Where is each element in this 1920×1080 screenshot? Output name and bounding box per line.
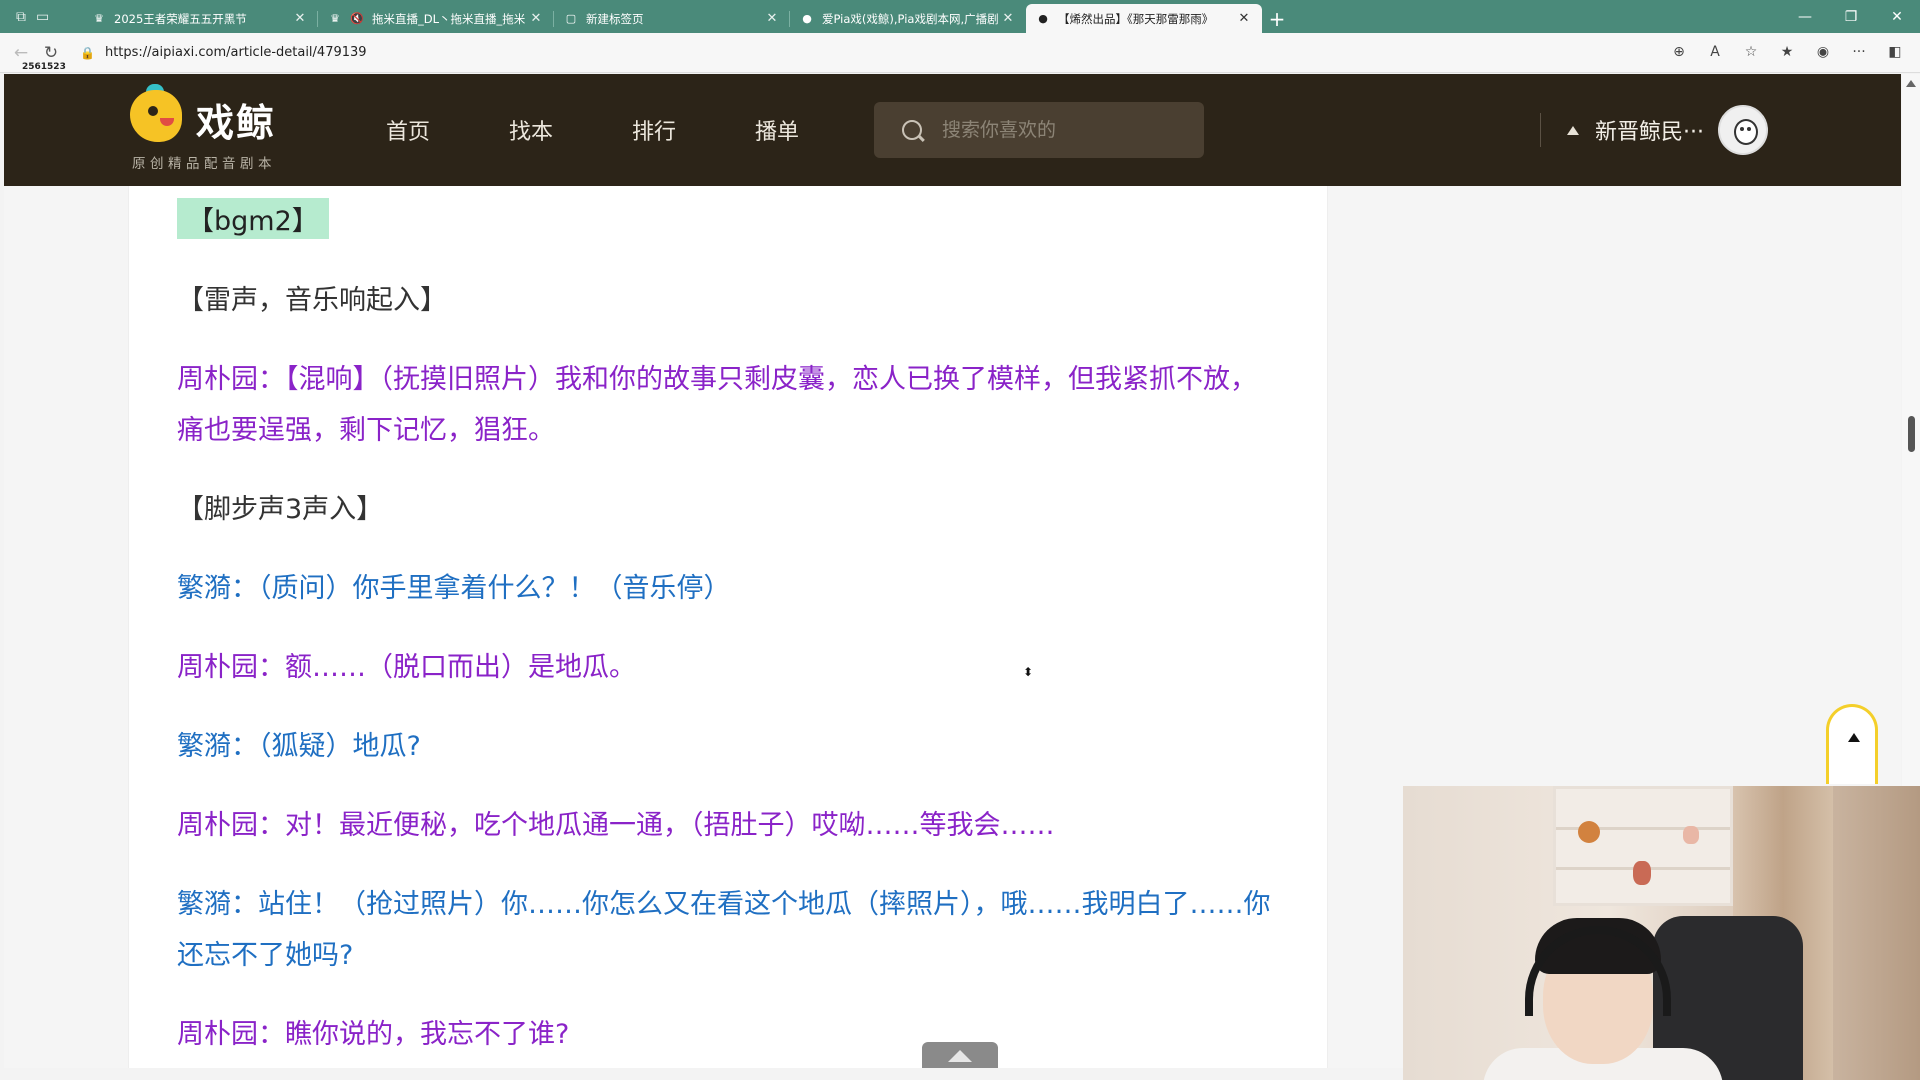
- avatar[interactable]: [1717, 105, 1768, 155]
- browser-tab-2[interactable]: ♛ 🔇 拖米直播_DL丶拖米直播_拖米 ✕: [318, 4, 554, 33]
- logo-name: 戏鲸: [196, 101, 277, 145]
- lock-icon[interactable]: 🔒: [80, 46, 95, 60]
- back-to-top-button[interactable]: [1826, 704, 1878, 784]
- xijing-favicon-icon: ●: [1038, 12, 1048, 25]
- url-text: https://aipiaxi.com/article-detail/47913…: [104, 45, 367, 60]
- script-line-zhou: 周朴园：额……（脱口而出）是地瓜。: [177, 652, 636, 683]
- script-line-fan: 繁漪：（狐疑）地瓜?: [177, 731, 421, 762]
- script-line-fan: 繁漪：（质问）你手里拿着什么？！（音乐停）: [177, 573, 731, 604]
- nav-ranking[interactable]: 排行: [628, 74, 751, 186]
- site-logo[interactable]: 戏鲸 原创精品配音剧本: [126, 84, 296, 176]
- script-body: 【bgm2】 【雷声，音乐响起入】 周朴园：【混响】（抚摸旧照片）我和你的故事只…: [129, 186, 1327, 1060]
- webcam-overlay: [1403, 786, 1920, 1080]
- site-header: 戏鲸 原创精品配音剧本 首页 找本 排行 播单 新晋鲸民···: [4, 74, 1901, 186]
- tab-title: 【烯然出品】《那天那雷那雨》: [1058, 11, 1214, 26]
- browser-tab-strip: ⧉ ▭ ♛ 2025王者荣耀五五开黑节 ✕ ♛ 🔇 拖米直播_DL丶拖米直播_拖…: [0, 0, 1920, 33]
- sidebar-toggle-icon[interactable]: ◧: [1880, 37, 1910, 67]
- zoom-icon[interactable]: ⊕: [1664, 37, 1694, 67]
- favorites-list-icon[interactable]: ★: [1772, 37, 1802, 67]
- browser-tab-5-active[interactable]: ● 【烯然出品】《那天那雷那雨》 ✕: [1026, 4, 1262, 33]
- minimize-icon[interactable]: —: [1782, 0, 1828, 33]
- more-menu-icon[interactable]: ···: [1844, 37, 1874, 67]
- favorite-star-icon[interactable]: ☆: [1736, 37, 1766, 67]
- new-tab-page-icon: ▢: [565, 12, 577, 25]
- tab-close-icon[interactable]: ✕: [528, 11, 544, 26]
- script-line-zhou: 周朴园：瞧你说的，我忘不了谁?: [177, 1019, 570, 1050]
- tab-title: 爱Pia戏(戏鲸),Pia戏剧本网,广播剧: [822, 11, 999, 26]
- bgm-tag: 【bgm2】: [177, 198, 329, 239]
- search-input[interactable]: [942, 119, 1182, 141]
- browser-tab-4[interactable]: ● 爱Pia戏(戏鲸),Pia戏剧本网,广播剧 ✕: [790, 4, 1026, 33]
- new-tab-button[interactable]: +: [1262, 4, 1292, 33]
- tab-close-icon[interactable]: ✕: [292, 11, 308, 26]
- nav-playlist[interactable]: 播单: [751, 74, 874, 186]
- user-area: 新晋鲸民···: [1540, 74, 1768, 186]
- tab-favicon-icon: ♛: [330, 12, 340, 25]
- mouse-cursor-icon: ⬍: [1023, 665, 1034, 679]
- browser-address-bar: ← ↻ 🔒 https://aipiaxi.com/article-detail…: [0, 33, 1920, 73]
- username[interactable]: 新晋鲸民···: [1595, 114, 1704, 146]
- tab-actions-icon[interactable]: ▭: [36, 9, 49, 25]
- tab-close-icon[interactable]: ✕: [764, 11, 780, 26]
- script-line-sfx: 【雷声，音乐响起入】: [177, 285, 447, 316]
- search-box[interactable]: [874, 102, 1204, 158]
- tab-close-icon[interactable]: ✕: [1236, 11, 1252, 26]
- browser-system-icons: ⧉ ▭: [0, 0, 82, 33]
- webcam-toy: [1578, 821, 1600, 843]
- expand-panel-button[interactable]: [922, 1042, 998, 1068]
- url-field[interactable]: 🔒 https://aipiaxi.com/article-detail/479…: [80, 38, 1640, 68]
- tab-close-icon[interactable]: ✕: [1000, 11, 1016, 26]
- nav-find-script[interactable]: 找本: [505, 74, 628, 186]
- tab-title: 2025王者荣耀五五开黑节: [114, 11, 247, 26]
- workspaces-icon[interactable]: ⧉: [16, 9, 26, 25]
- close-window-icon[interactable]: ✕: [1874, 0, 1920, 33]
- xijing-favicon-icon: ●: [802, 12, 812, 25]
- article-content: 【bgm2】 【雷声，音乐响起入】 周朴园：【混响】（抚摸旧照片）我和你的故事只…: [128, 186, 1328, 1068]
- script-line-zhou: 周朴园：【混响】（抚摸旧照片）我和你的故事只剩皮囊，恋人已换了模样，但我紧抓不放…: [177, 364, 1257, 446]
- logo-slogan: 原创精品配音剧本: [132, 156, 276, 172]
- browser-tab-1[interactable]: ♛ 2025王者荣耀五五开黑节 ✕: [82, 4, 318, 33]
- restore-icon[interactable]: ❐: [1828, 0, 1874, 33]
- script-line-zhou: 周朴园：对！最近便秘，吃个地瓜通一通，（捂肚子）哎呦……等我会……: [177, 810, 1055, 841]
- upload-arrow-icon[interactable]: [1567, 125, 1579, 135]
- address-bar-actions: ⊕ A ☆ ★ ◉ ··· ◧: [1664, 37, 1910, 67]
- profile-icon[interactable]: ◉: [1808, 37, 1838, 67]
- window-controls: — ❐ ✕: [1782, 0, 1920, 33]
- whale-mascot-icon: [130, 90, 182, 142]
- scroll-up-arrow-icon[interactable]: [1906, 80, 1916, 87]
- main-nav: 首页 找本 排行 播单: [382, 74, 874, 186]
- tab-title: 新建标签页: [586, 11, 644, 26]
- script-line-fan: 繁漪：站住！（抢过照片）你……你怎么又在看这个地瓜（摔照片），哦……我明白了………: [177, 889, 1271, 971]
- up-arrow-icon: [1848, 733, 1860, 742]
- overlay-number-badge: 2561523: [22, 62, 66, 72]
- scrollbar-thumb[interactable]: [1908, 416, 1915, 452]
- browser-tab-3[interactable]: ▢ 新建标签页 ✕: [554, 4, 790, 33]
- script-line-sfx: 【脚步声3声入】: [177, 494, 384, 525]
- search-icon[interactable]: [902, 120, 922, 140]
- tab-favicon-icon: ♛: [94, 12, 104, 25]
- muted-speaker-icon[interactable]: 🔇: [350, 12, 364, 26]
- read-aloud-icon[interactable]: A: [1700, 37, 1730, 67]
- header-divider: [1540, 113, 1541, 147]
- webcam-shelf: [1553, 786, 1733, 906]
- webcam-toy: [1683, 826, 1699, 844]
- tab-title: 拖米直播_DL丶拖米直播_拖米: [372, 11, 526, 26]
- nav-home[interactable]: 首页: [382, 74, 505, 186]
- webcam-toy: [1633, 861, 1651, 885]
